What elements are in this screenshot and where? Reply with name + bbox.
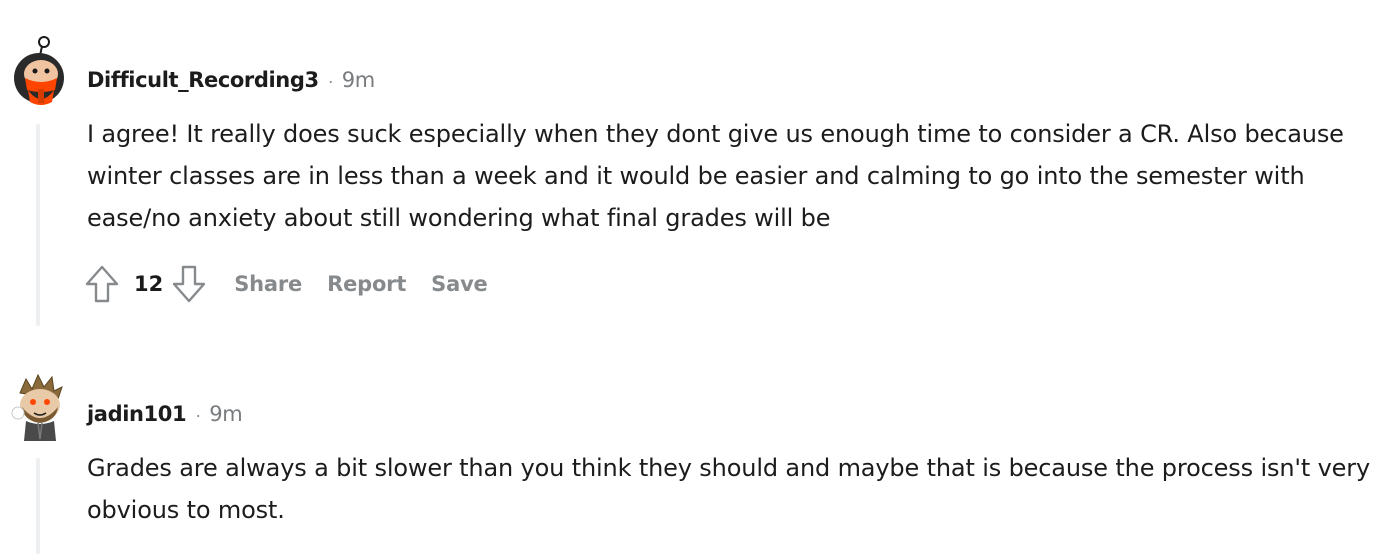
save-button[interactable]: Save bbox=[431, 272, 488, 296]
downvote-button[interactable] bbox=[169, 262, 209, 306]
report-button[interactable]: Report bbox=[327, 272, 406, 296]
upvote-arrow-icon bbox=[85, 265, 119, 303]
user-avatar[interactable] bbox=[8, 369, 68, 445]
upvote-button[interactable] bbox=[82, 262, 122, 306]
comment-timestamp[interactable]: 9m bbox=[209, 402, 243, 426]
comment: Difficult_Recording3 · 9m I agree! It re… bbox=[0, 0, 1396, 330]
vote-count: 12 bbox=[134, 272, 164, 296]
comment-meta: Difficult_Recording3 · 9m bbox=[87, 68, 375, 92]
snoo-avatar-red-scarf-icon bbox=[14, 36, 64, 105]
comment-meta: jadin101 · 9m bbox=[87, 402, 243, 426]
username-link[interactable]: jadin101 bbox=[87, 402, 187, 426]
share-button[interactable]: Share bbox=[234, 272, 302, 296]
comment: jadin101 · 9m Grades are always a bit sl… bbox=[0, 365, 1396, 554]
comment-timestamp[interactable]: 9m bbox=[342, 68, 376, 92]
snoo-avatar-bearded-icon bbox=[11, 373, 63, 441]
comment-actions: 12 Share Report Save bbox=[82, 262, 488, 306]
username-link[interactable]: Difficult_Recording3 bbox=[87, 68, 319, 92]
comment-body: Grades are always a bit slower than you … bbox=[87, 454, 1371, 524]
downvote-arrow-icon bbox=[173, 265, 206, 303]
meta-separator: · bbox=[327, 71, 334, 91]
thread-line[interactable] bbox=[36, 458, 40, 554]
user-avatar[interactable] bbox=[8, 34, 68, 110]
thread-line[interactable] bbox=[36, 124, 40, 326]
comment-body: I agree! It really does suck especially … bbox=[87, 120, 1344, 232]
meta-separator: · bbox=[195, 405, 202, 425]
